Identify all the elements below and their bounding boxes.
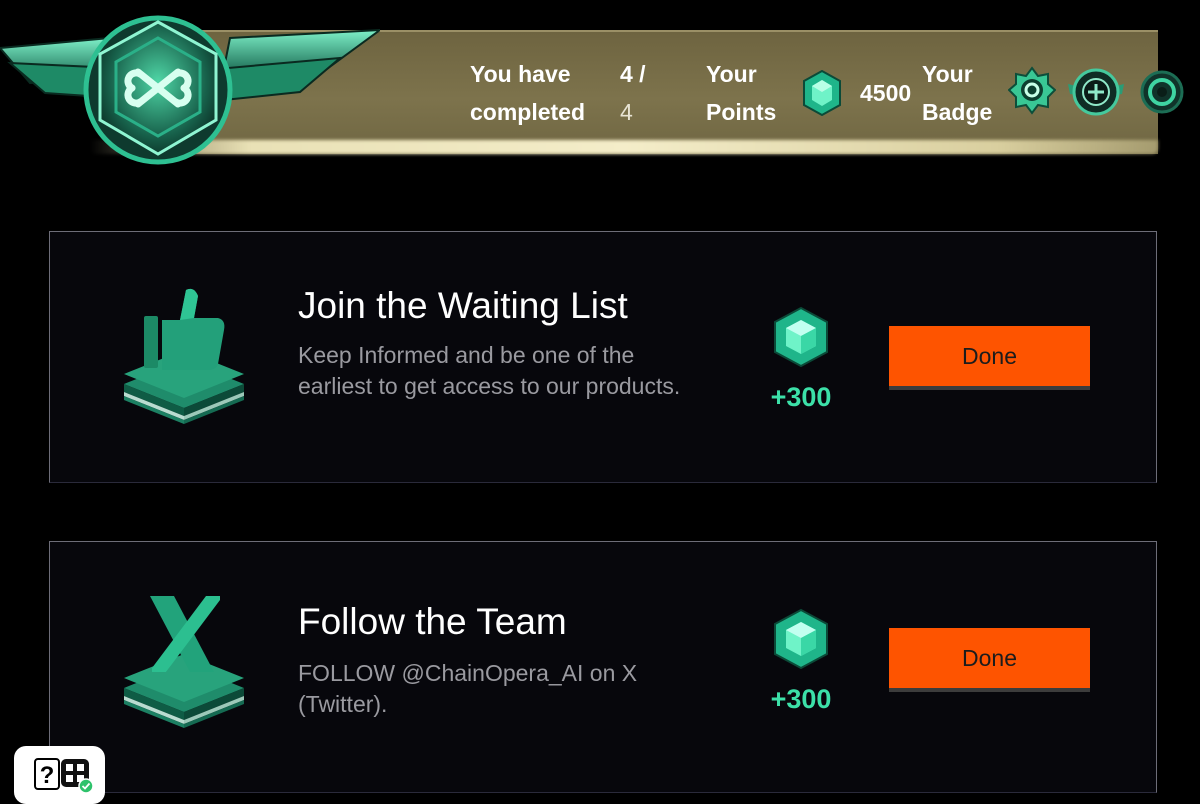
completed-label: You have completed <box>470 55 585 131</box>
gem-icon <box>803 70 841 116</box>
help-widget[interactable]: ? <box>14 746 105 804</box>
completed-count: 4 / 4 <box>620 55 646 131</box>
task-title: Follow the Team <box>298 601 567 642</box>
task-card: Join the Waiting List Keep Informed and … <box>49 231 1157 483</box>
task-description: FOLLOW @ChainOpera_AI on X (Twitter). <box>298 660 638 717</box>
gem-icon <box>774 608 828 670</box>
badge-label: Your Badge <box>922 55 992 131</box>
shield-emblem-icon <box>0 15 380 165</box>
thumbs-up-icon <box>124 288 244 424</box>
task-card: Follow the Team FOLLOW @ChainOpera_AI on… <box>49 541 1157 793</box>
badge-star-icon[interactable] <box>1008 66 1056 118</box>
badge-label-line1: Your <box>922 61 973 87</box>
points-label: Your Points <box>706 55 776 131</box>
task-description: Keep Informed and be one of the earliest… <box>298 342 681 399</box>
badge-ring-icon[interactable] <box>1140 70 1184 114</box>
x-logo-icon <box>124 596 244 728</box>
points-label-line2: Points <box>706 99 777 125</box>
points-value: 4500 <box>860 80 912 106</box>
completed-total-value: 4 <box>620 99 633 125</box>
points-label-line1: Your <box>706 61 757 87</box>
done-button[interactable]: Done <box>889 326 1090 386</box>
reward-points: +300 <box>770 382 832 412</box>
badge-label-line2: Badge <box>922 99 993 125</box>
done-button[interactable]: Done <box>889 628 1090 688</box>
header-banner: You have completed 4 / 4 Your Points 450… <box>0 0 1200 170</box>
completed-label-line2: completed <box>470 99 586 125</box>
task-title: Join the Waiting List <box>298 285 628 326</box>
badge-wings-icon[interactable] <box>1066 66 1126 118</box>
completed-count-value: 4 / <box>620 61 646 87</box>
reward-points: +300 <box>770 684 832 714</box>
completed-label-line1: You have <box>470 61 571 87</box>
help-question-icon[interactable]: ? <box>34 758 60 790</box>
chat-logo-icon[interactable] <box>60 758 94 794</box>
gem-icon <box>774 306 828 368</box>
